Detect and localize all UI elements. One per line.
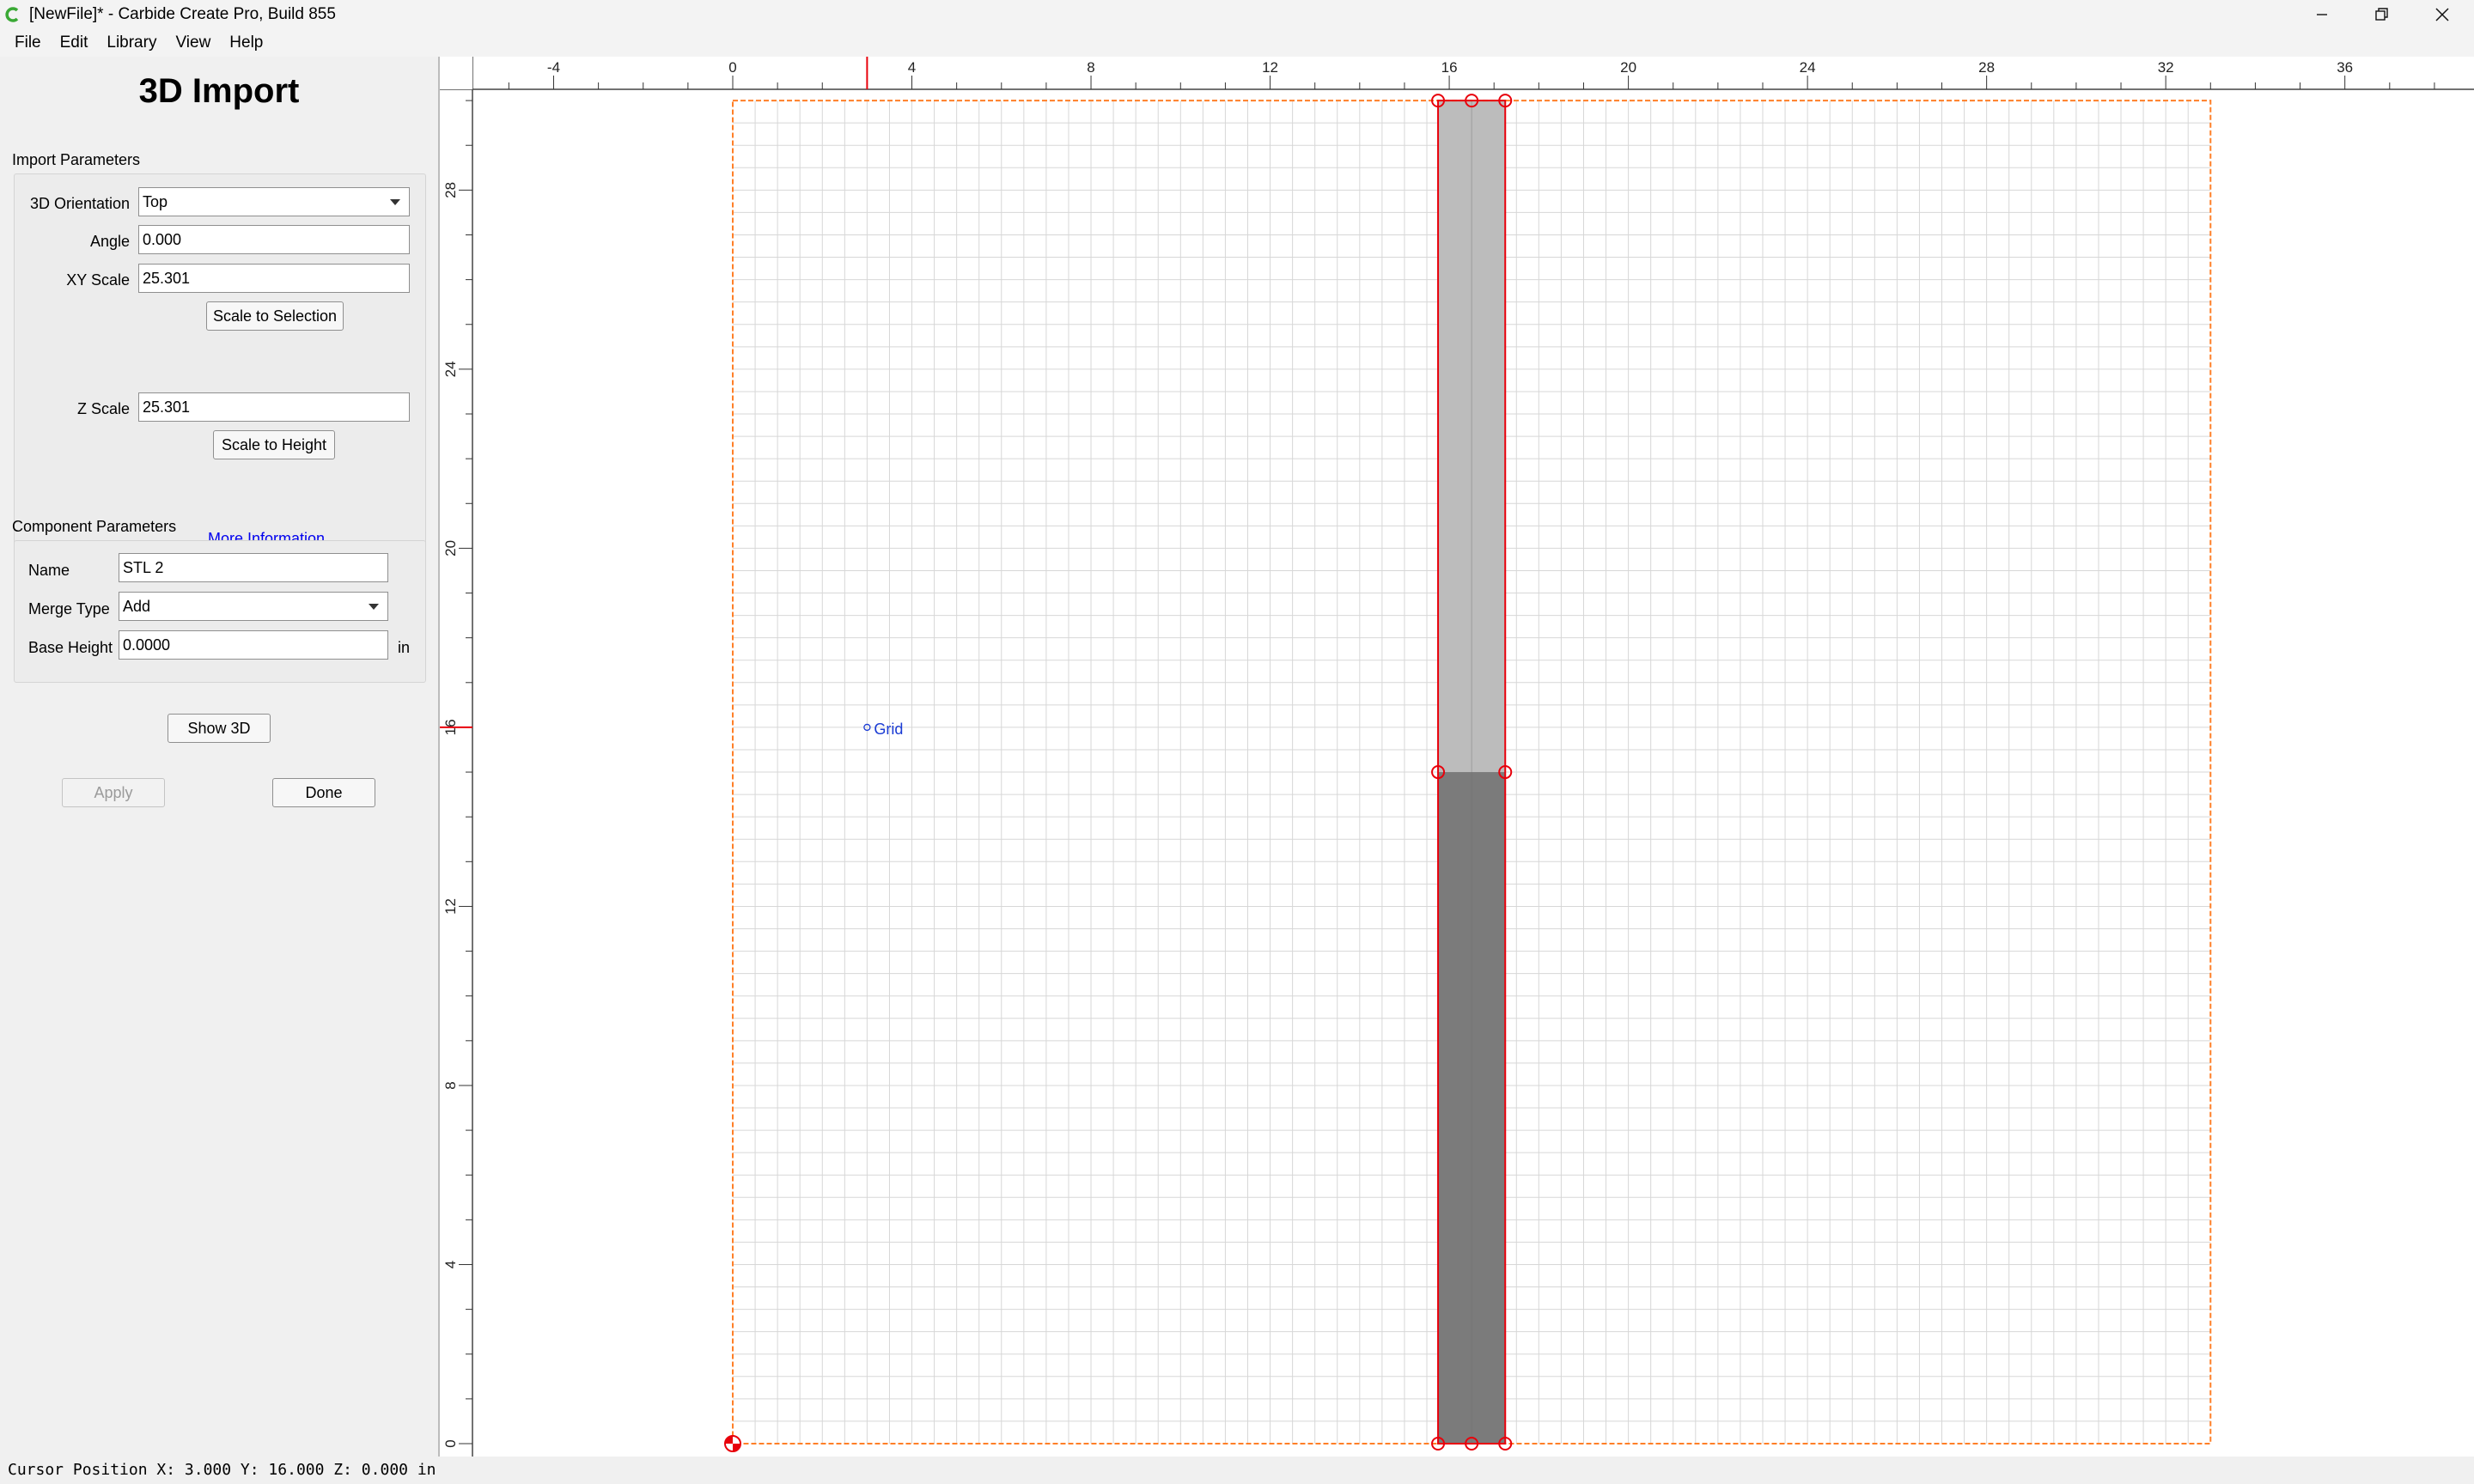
ruler-corner xyxy=(440,57,472,89)
origin-marker-quadrant xyxy=(733,1444,740,1451)
y-tick-label: 4 xyxy=(442,1261,459,1268)
base-height-label: Base Height xyxy=(28,639,113,656)
carbide-logo-icon xyxy=(5,7,19,22)
y-tick-label: 12 xyxy=(442,898,459,915)
chevron-down-icon xyxy=(369,604,379,610)
y-tick-label: 24 xyxy=(442,361,459,377)
origin-marker-quadrant xyxy=(725,1436,733,1444)
x-tick-label: 16 xyxy=(1441,59,1458,76)
scale-to-height-button[interactable]: Scale to Height xyxy=(213,430,335,459)
import-parameters-group: 3D Orientation Top Angle 0.000 XY Scale … xyxy=(14,173,426,565)
merge-type-dropdown[interactable]: Add xyxy=(119,592,388,621)
x-tick-label: 8 xyxy=(1087,59,1094,76)
status-bar: Cursor Position X: 3.000 Y: 16.000 Z: 0.… xyxy=(0,1457,2474,1484)
menu-edit[interactable]: Edit xyxy=(51,30,98,56)
component-parameters-heading: Component Parameters xyxy=(12,518,177,535)
chevron-down-icon xyxy=(390,199,400,205)
x-tick-label: 28 xyxy=(1978,59,1995,76)
x-tick-label: -4 xyxy=(547,59,560,76)
menu-view[interactable]: View xyxy=(166,30,220,56)
component-parameters-group: Name STL 2 Merge Type Add Base Height 0.… xyxy=(14,540,426,683)
xy-scale-label: XY Scale xyxy=(66,271,130,289)
x-tick-label: 20 xyxy=(1620,59,1636,76)
minimize-icon[interactable] xyxy=(2292,0,2352,29)
x-tick-label: 32 xyxy=(2158,59,2174,76)
xy-scale-input[interactable]: 25.301 xyxy=(138,264,410,293)
apply-button[interactable]: Apply xyxy=(62,778,165,807)
angle-label: Angle xyxy=(89,233,130,250)
x-tick-label: 0 xyxy=(728,59,736,76)
menu-help[interactable]: Help xyxy=(220,30,272,56)
y-tick-label: 8 xyxy=(442,1081,459,1089)
done-button[interactable]: Done xyxy=(272,778,375,807)
canvas-drawing[interactable]: Grid-4 0 4 8 12 16 20 24 28 32 360481216202428 xyxy=(440,57,2474,1457)
grid-snap-label: Grid xyxy=(874,721,903,738)
close-icon[interactable] xyxy=(2412,0,2472,29)
z-scale-label: Z Scale xyxy=(76,400,130,417)
panel-title: 3D Import xyxy=(138,72,300,110)
menu-file[interactable]: File xyxy=(5,30,51,56)
orientation-label: 3D Orientation xyxy=(29,195,130,212)
orientation-value: Top xyxy=(143,193,168,210)
left-ruler xyxy=(440,57,472,1457)
window-title: [NewFile]* - Carbide Create Pro, Build 8… xyxy=(29,5,336,23)
import-parameters-heading: Import Parameters xyxy=(12,151,141,168)
x-tick-label: 24 xyxy=(1800,59,1816,76)
name-label: Name xyxy=(28,562,70,579)
merge-type-label: Merge Type xyxy=(28,600,110,617)
restore-icon[interactable] xyxy=(2352,0,2412,29)
design-canvas[interactable]: Grid -4 0 4 8 12 16 20 24 28 32 36 0 4 8 12 16 20 24 28 xyxy=(440,57,2474,1457)
import-panel: 3D Import Import Parameters 3D Orientati… xyxy=(0,57,440,1457)
orientation-dropdown[interactable]: Top xyxy=(138,187,410,216)
x-tick-label: 36 xyxy=(2337,59,2353,76)
title-bar: [NewFile]* - Carbide Create Pro, Build 8… xyxy=(0,0,2474,29)
y-tick-label: 28 xyxy=(442,182,459,198)
x-tick-label: 4 xyxy=(908,59,916,76)
cursor-position-readout: Cursor Position X: 3.000 Y: 16.000 Z: 0.… xyxy=(8,1461,436,1479)
y-tick-label: 20 xyxy=(442,540,459,556)
menu-bar: File Edit Library View Help xyxy=(0,29,2474,57)
show-3d-button[interactable]: Show 3D xyxy=(168,714,271,743)
x-tick-label: 12 xyxy=(1262,59,1278,76)
name-input[interactable]: STL 2 xyxy=(119,553,388,582)
base-height-input[interactable]: 0.0000 xyxy=(119,630,388,660)
y-tick-label: 0 xyxy=(442,1439,459,1447)
angle-input[interactable]: 0.000 xyxy=(138,225,410,254)
merge-type-value: Add xyxy=(123,598,151,615)
scale-to-selection-button[interactable]: Scale to Selection xyxy=(206,301,344,331)
base-height-unit: in xyxy=(398,639,411,656)
z-scale-input[interactable]: 25.301 xyxy=(138,392,410,422)
menu-library[interactable]: Library xyxy=(97,30,166,56)
